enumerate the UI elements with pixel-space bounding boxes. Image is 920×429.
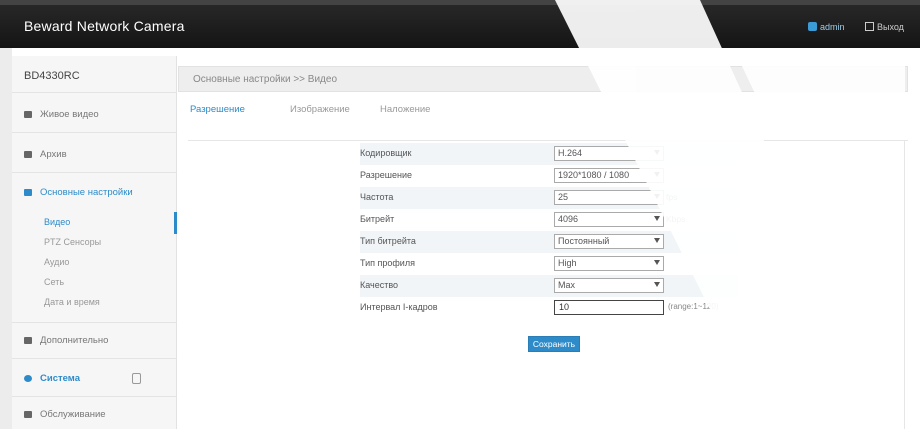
sidebar-subitem-label: PTZ Сенсоры <box>44 237 102 247</box>
sidebar-item-label: Основные настройки <box>40 187 133 198</box>
form-row-quality: Качество Max <box>360 275 738 297</box>
left-gutter <box>0 48 12 429</box>
save-button[interactable]: Сохранить <box>528 336 580 352</box>
sidebar-item-label: Архив <box>40 149 67 160</box>
logout-button[interactable]: Выход <box>865 22 904 32</box>
select-value: Постоянный <box>558 236 610 246</box>
framerate-select[interactable]: 25 <box>554 190 664 205</box>
sidebar-divider <box>12 358 177 359</box>
chevron-down-icon <box>654 238 660 243</box>
sidebar-subitem-label: Сеть <box>44 277 65 287</box>
field-label: Частота <box>360 192 394 202</box>
select-value: 25 <box>558 192 569 202</box>
field-label: Кодировщик <box>360 148 412 158</box>
sidebar-item-label: Система <box>40 373 80 384</box>
sidebar-item-system[interactable]: Система <box>12 368 177 390</box>
sidebar-divider <box>12 132 177 133</box>
field-label: Качество <box>360 280 399 290</box>
chevron-down-icon <box>654 260 660 265</box>
quality-select[interactable]: Max <box>554 278 664 293</box>
sidebar-subitem-audio[interactable]: Аудио <box>12 254 177 272</box>
resolution-select[interactable]: 1920*1080 / 1080 <box>554 168 664 183</box>
user-menu[interactable]: admin <box>808 22 845 32</box>
sidebar-subitem-video[interactable]: Видео <box>12 212 177 234</box>
logout-label: Выход <box>877 22 904 32</box>
tab-overlay[interactable]: Наложение <box>380 104 430 115</box>
sidebar-divider <box>12 172 177 173</box>
form-row-encoder: Кодировщик H.264 <box>360 143 738 165</box>
chevron-down-icon <box>654 282 660 287</box>
tab-divider <box>188 140 908 141</box>
breadcrumb-bar: Основные настройки >> Видео <box>178 66 908 92</box>
sidebar-subitem-label: Аудио <box>44 257 70 267</box>
form-row-framerate: Частота 25 fps <box>360 187 738 209</box>
sidebar-item-label: Обслуживание <box>40 409 106 420</box>
logout-icon <box>865 22 874 31</box>
content-right-border <box>904 140 905 429</box>
tab-image[interactable]: Изображение <box>290 104 350 115</box>
sidebar-divider <box>12 396 177 397</box>
sidebar-subitem-datetime[interactable]: Дата и время <box>12 294 177 312</box>
field-label: Тип битрейта <box>360 236 416 246</box>
refresh-icon[interactable] <box>132 373 141 384</box>
form-row-profile: Тип профиля High <box>360 253 738 275</box>
select-value: H.264 <box>558 148 583 158</box>
chevron-down-icon <box>654 150 660 155</box>
select-value: 4096 <box>558 214 579 224</box>
app-title: Beward Network Camera <box>24 18 185 34</box>
form-row-bitrate-type: Тип битрейта Постоянный <box>360 231 738 253</box>
sidebar-item-label: Дополнительно <box>40 335 109 346</box>
form-row-resolution: Разрешение 1920*1080 / 1080 <box>360 165 738 187</box>
settings-icon <box>24 189 32 196</box>
sidebar-item-live-video[interactable]: Живое видео <box>12 104 177 126</box>
breadcrumb: Основные настройки >> Видео <box>193 74 338 85</box>
profile-select[interactable]: High <box>554 256 664 271</box>
chevron-down-icon <box>654 216 660 221</box>
form-row-bitrate: Битрейт 4096 Kbps <box>360 209 738 231</box>
sidebar-item-advanced[interactable]: Дополнительно <box>12 330 177 352</box>
maintenance-icon <box>24 411 32 418</box>
field-label: Битрейт <box>360 214 395 224</box>
user-label: admin <box>820 22 845 32</box>
top-bar: Beward Network Camera admin Выход <box>0 0 920 48</box>
main-content: Основные настройки >> Видео Разрешение И… <box>178 56 920 429</box>
gop-input[interactable]: 10 <box>554 300 664 315</box>
sidebar-subitem-label: Дата и время <box>44 297 100 307</box>
archive-icon <box>24 151 32 158</box>
sidebar-divider <box>12 322 177 323</box>
field-label: Тип профиля <box>360 258 415 268</box>
encoder-select[interactable]: H.264 <box>554 146 664 161</box>
chevron-down-icon <box>654 194 660 199</box>
sidebar-divider <box>12 92 177 93</box>
unit-label: Kbps <box>666 214 686 224</box>
video-icon <box>24 111 32 118</box>
sidebar-subitem-label: Видео <box>44 217 71 227</box>
field-label: Разрешение <box>360 170 412 180</box>
form-row-gop: Интервал I-кадров 10 (range:1~120) <box>360 297 738 319</box>
unit-label: fps <box>666 192 678 202</box>
sidebar-item-maintenance[interactable]: Обслуживание <box>12 404 177 426</box>
sidebar-item-basic-settings[interactable]: Основные настройки <box>12 182 177 204</box>
sidebar: BD4330RC Живое видео Архив Основные наст… <box>12 56 177 429</box>
top-bar-accent <box>0 0 920 5</box>
sidebar-item-archive[interactable]: Архив <box>12 144 177 166</box>
user-icon <box>808 22 817 31</box>
select-value: 1920*1080 / 1080 <box>558 170 630 180</box>
select-value: Max <box>558 280 576 290</box>
advanced-icon <box>24 337 32 344</box>
range-hint: (range:1~120) <box>668 302 719 311</box>
tab-resolution[interactable]: Разрешение <box>190 104 245 115</box>
bitrate-type-select[interactable]: Постоянный <box>554 234 664 249</box>
sidebar-subitem-network[interactable]: Сеть <box>12 274 177 292</box>
system-icon <box>24 375 32 382</box>
select-value: High <box>558 258 577 268</box>
device-name: BD4330RC <box>24 70 80 82</box>
sidebar-subitem-ptz[interactable]: PTZ Сенсоры <box>12 234 177 252</box>
field-label: Интервал I-кадров <box>360 302 438 312</box>
chevron-down-icon <box>654 172 660 177</box>
bitrate-select[interactable]: 4096 <box>554 212 664 227</box>
sidebar-item-label: Живое видео <box>40 109 99 120</box>
